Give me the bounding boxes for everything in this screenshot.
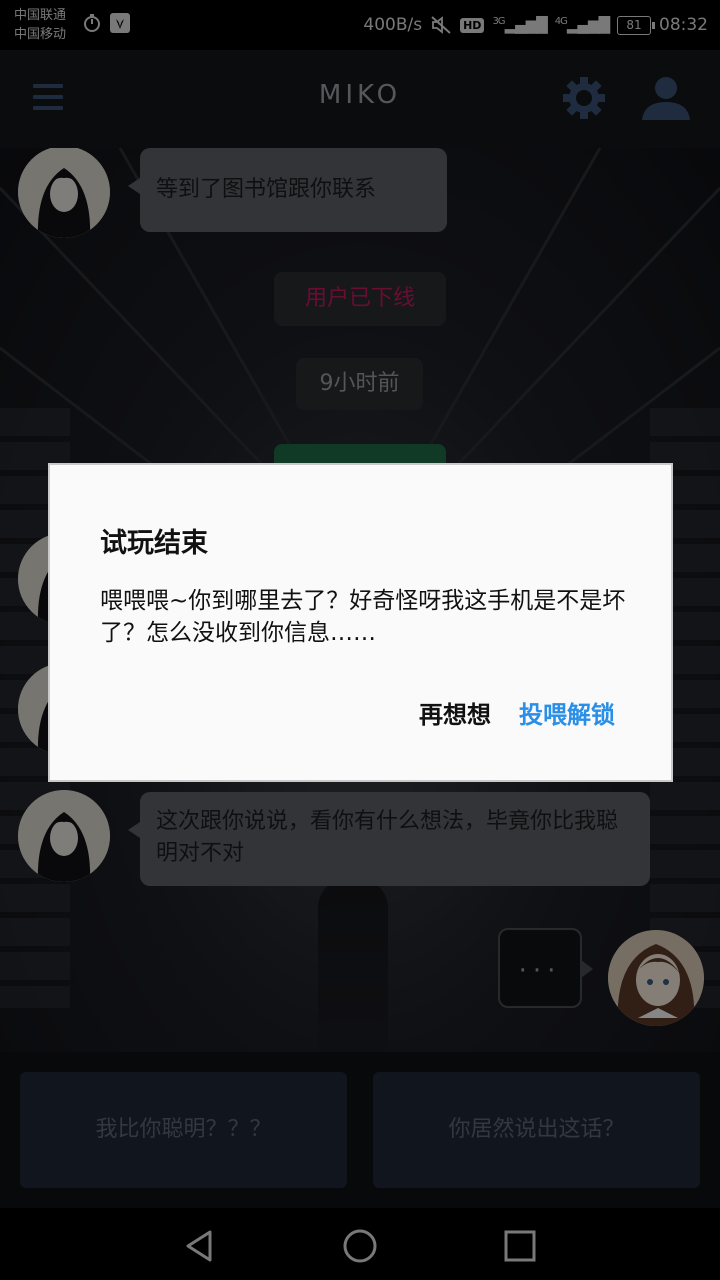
back-icon[interactable] xyxy=(180,1226,220,1266)
signal-2: 4G▂▄▆█ xyxy=(554,16,610,34)
typing-indicator: ··· xyxy=(498,928,593,1008)
navigation-bar xyxy=(0,1208,720,1280)
stopwatch-icon xyxy=(84,14,100,32)
recents-icon[interactable] xyxy=(500,1226,540,1266)
choice-panel: 我比你聪明？？？ 你居然说出这话？ xyxy=(0,1052,720,1208)
trial-ended-dialog: 试玩结束 喂喂喂~你到哪里去了？好奇怪呀我这手机是不是坏了？怎么没收到你信息……… xyxy=(48,463,673,782)
huawei-icon xyxy=(110,13,130,33)
gear-icon[interactable] xyxy=(560,74,608,122)
system-status: 用户已下线 xyxy=(274,272,446,326)
hd-badge: HD xyxy=(460,17,485,33)
battery-indicator: 81 xyxy=(617,15,655,35)
unlock-button[interactable]: 投喂解锁 xyxy=(519,695,615,730)
choice-button-2[interactable]: 你居然说出这话？ xyxy=(373,1072,700,1188)
avatar[interactable] xyxy=(18,790,110,882)
status-bar: 中国联通 中国移动 400B/s HD 3G▂▄▆█ 4G▂▄▆█ 81 08:… xyxy=(0,0,720,50)
carrier-info: 中国联通 中国移动 xyxy=(14,6,66,44)
person-icon[interactable] xyxy=(640,74,692,122)
choice-button-1[interactable]: 我比你聪明？？？ xyxy=(20,1072,347,1188)
net-speed: 400B/s xyxy=(363,15,423,35)
home-icon[interactable] xyxy=(340,1226,380,1266)
cancel-button[interactable]: 再想想 xyxy=(419,695,491,730)
dialog-actions: 再想想 投喂解锁 xyxy=(419,695,615,730)
message-bubble: 等到了图书馆跟你联系 xyxy=(128,148,447,232)
page-title: MIKO xyxy=(318,80,402,110)
carrier-1: 中国联通 xyxy=(14,8,67,23)
carrier-2: 中国移动 xyxy=(14,27,67,42)
message-bubble: 这次跟你说说，看你有什么想法，毕竟你比我聪明对不对 xyxy=(128,792,650,886)
mute-icon xyxy=(431,16,451,34)
dialog-message: 喂喂喂~你到哪里去了？好奇怪呀我这手机是不是坏了？怎么没收到你信息…… xyxy=(100,588,626,646)
status-right: 400B/s HD 3G▂▄▆█ 4G▂▄▆█ 81 08:32 xyxy=(363,12,708,38)
user-avatar[interactable] xyxy=(608,930,704,1026)
dialog-title: 试玩结束 xyxy=(100,528,208,559)
app-bar: MIKO xyxy=(0,50,720,148)
avatar[interactable] xyxy=(18,148,110,238)
timestamp: 9小时前 xyxy=(296,358,423,410)
clock: 08:32 xyxy=(659,15,708,35)
signal-1: 3G▂▄▆█ xyxy=(492,16,547,34)
bg-girl-silhouette xyxy=(318,878,388,1052)
typing-dots: ··· xyxy=(518,956,562,986)
